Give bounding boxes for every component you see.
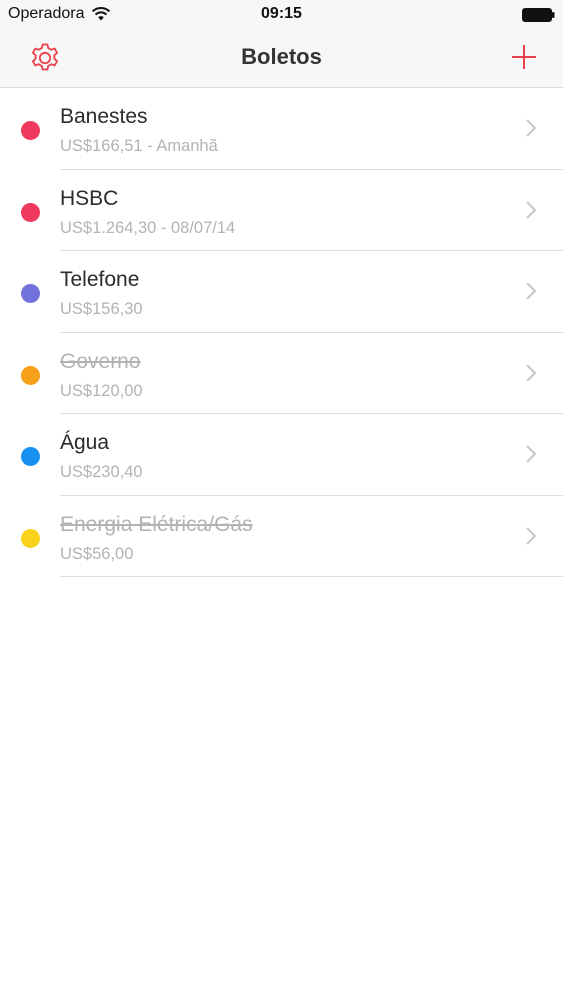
chevron-right-icon (526, 119, 537, 137)
status-bar: Operadora 09:15 (0, 0, 563, 30)
battery-icon (522, 8, 555, 22)
bill-subtitle: US$1.264,30 - 08/07/14 (60, 218, 236, 237)
bill-subtitle: US$120,00 (60, 381, 143, 400)
chevron-right-icon (526, 282, 537, 300)
status-dot (21, 528, 40, 548)
list-item[interactable]: Telefone US$156,30 (0, 251, 563, 333)
chevron-right-icon (526, 363, 537, 382)
status-dot (21, 447, 40, 466)
bill-subtitle: US$56,00 (60, 544, 134, 563)
bills-list: Banestes US$166,51 - Amanhã HSBC US$1.26… (0, 88, 563, 577)
page-title: Boletos (241, 44, 322, 69)
status-dot (21, 121, 40, 140)
status-dot (21, 202, 40, 222)
bill-subtitle: US$166,51 - Amanhã (60, 137, 218, 155)
plus-icon (512, 45, 536, 69)
chevron-right-icon (526, 200, 537, 219)
list-item[interactable]: Governo US$120,00 (0, 333, 563, 415)
status-time: 09:15 (261, 5, 302, 22)
list-item[interactable]: Água US$230,40 (0, 414, 563, 496)
add-bill-button[interactable] (509, 42, 539, 72)
bill-title: Telefone (60, 268, 140, 291)
bill-subtitle: US$230,40 (60, 463, 143, 481)
bill-title: Governo (60, 349, 141, 373)
navigation-bar: Boletos (0, 30, 563, 88)
chevron-right-icon (526, 445, 537, 463)
list-item[interactable]: Energia Elétrica/Gás US$56,00 (0, 496, 563, 578)
list-item[interactable]: Banestes US$166,51 - Amanhã (0, 88, 563, 170)
chevron-right-icon (526, 526, 537, 545)
list-item[interactable]: HSBC US$1.264,30 - 08/07/14 (0, 170, 563, 252)
status-dot (21, 284, 40, 303)
bill-title: Energia Elétrica/Gás (60, 512, 253, 536)
bill-subtitle: US$156,30 (60, 300, 143, 318)
bill-title: Banestes (60, 105, 148, 128)
bill-title: HSBC (60, 186, 119, 210)
status-dot (21, 365, 40, 385)
bill-title: Água (60, 431, 110, 454)
